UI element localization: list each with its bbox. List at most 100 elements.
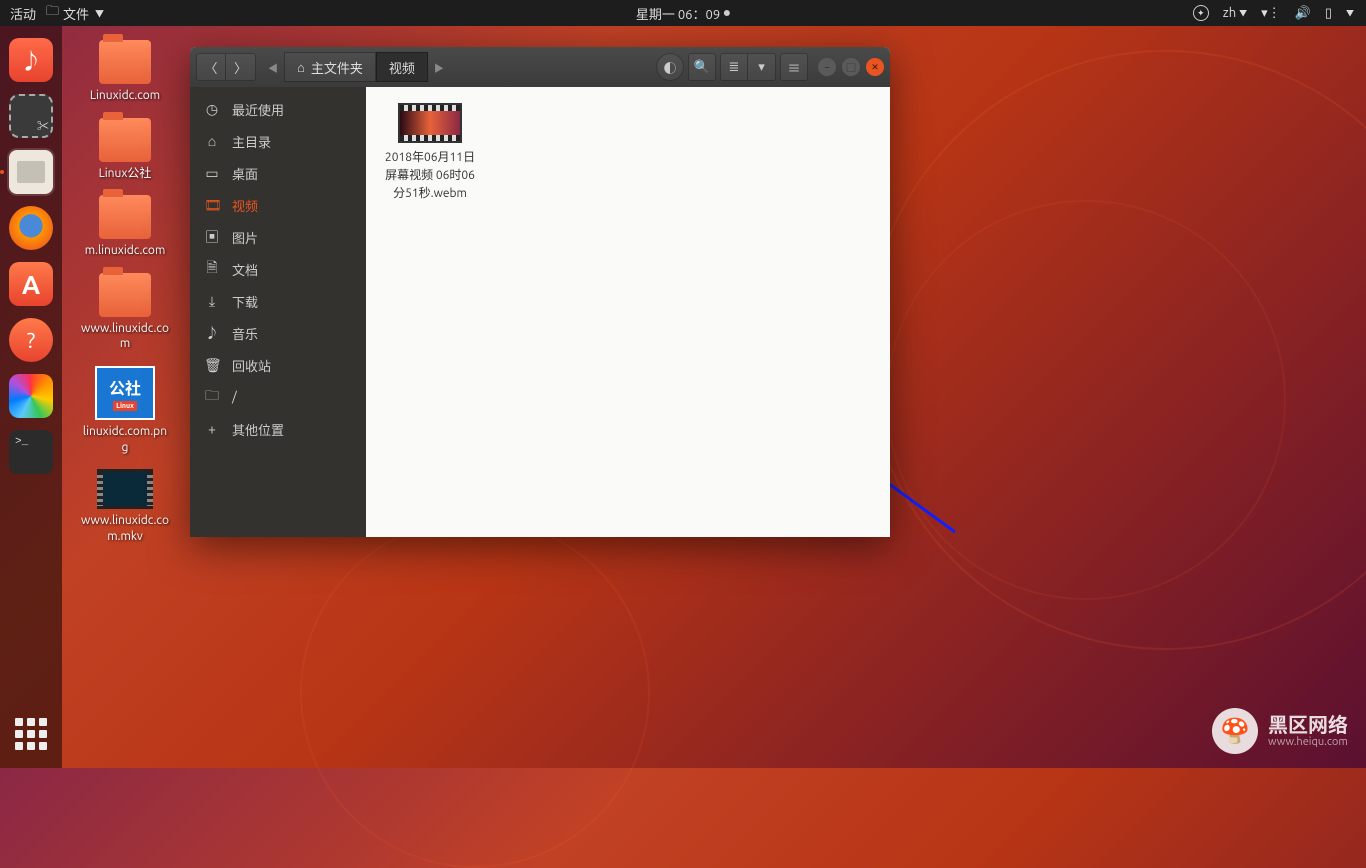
sidebar-item-root[interactable]: 🗀/ <box>190 381 366 413</box>
history-icon: ◷ <box>204 101 220 118</box>
desktop-icon: ▭ <box>204 165 220 182</box>
notification-dot-icon <box>724 10 730 16</box>
sidebar-item-music[interactable]: ♪音乐 <box>190 317 366 349</box>
search-button[interactable]: 🔍 <box>688 53 716 81</box>
view-options-button[interactable]: ▾ <box>748 53 776 81</box>
view-list-button[interactable]: ≣ <box>720 53 748 81</box>
menu-icon: ≡ <box>787 58 800 77</box>
firefox-icon <box>9 206 53 250</box>
list-icon: ≣ <box>729 60 740 75</box>
search-icon: 🔍 <box>694 60 710 75</box>
video-file-icon <box>97 469 153 509</box>
sidebar-item-desktop[interactable]: ▭ 桌面 <box>190 157 366 189</box>
path-bar: ◀ ⌂主文件夹 视频 ▶ <box>262 52 450 82</box>
launcher-dock: ♪ A ? >_ <box>0 26 62 768</box>
help-icon: ? <box>9 318 53 362</box>
desktop-folder[interactable]: Linuxidc.com <box>80 40 170 104</box>
sidebar-item-label: 图片 <box>232 228 258 247</box>
path-sep-icon: ◀ <box>262 60 284 75</box>
a11y-icon[interactable]: ✦ <box>1193 5 1209 21</box>
folder-icon <box>99 273 151 317</box>
sidebar-item-history[interactable]: ◷ 最近使用 <box>190 93 366 125</box>
trash-icon: 🗑 <box>204 357 220 374</box>
dock-terminal[interactable]: >_ <box>7 428 55 476</box>
sidebar-item-label: 下载 <box>232 292 258 311</box>
window-titlebar[interactable]: 〈 〉 ◀ ⌂主文件夹 视频 ▶ ◐ 🔍 ≣ ▾ ≡ – ▢ ✕ <box>190 47 890 87</box>
dock-rainbow-app[interactable] <box>7 372 55 420</box>
desktop-icons: Linuxidc.com Linux公社 m.linuxidc.com www.… <box>80 40 170 544</box>
clock[interactable]: 星期一 06：09 <box>636 4 730 23</box>
folder-icon: 🗀 <box>46 2 59 24</box>
network-icon[interactable]: ▾⋮ <box>1261 6 1281 21</box>
dock-screenshot[interactable] <box>7 92 55 140</box>
desktop-video-file[interactable]: www.linuxidc.com.mkv <box>80 469 170 544</box>
root-icon: 🗀 <box>204 385 220 409</box>
pictures-icon: ▣ <box>204 227 220 247</box>
files-icon <box>9 150 53 194</box>
other-icon: + <box>204 421 220 437</box>
dock-firefox[interactable] <box>7 204 55 252</box>
circle-icon: ◐ <box>663 58 676 77</box>
chevron-down-icon: ▾ <box>758 60 765 75</box>
activities-button[interactable]: 活动 <box>10 4 36 23</box>
sidebar-item-label: 视频 <box>232 196 258 215</box>
sidebar-item-label: / <box>232 390 237 404</box>
dock-music[interactable]: ♪ <box>7 36 55 84</box>
action-button[interactable]: ◐ <box>656 53 684 81</box>
terminal-icon: >_ <box>9 430 53 474</box>
video-thumbnail-icon <box>398 103 462 143</box>
chevron-down-icon: ▼ <box>95 7 104 20</box>
files-window: 〈 〉 ◀ ⌂主文件夹 视频 ▶ ◐ 🔍 ≣ ▾ ≡ – ▢ ✕ ◷最近使用⌂主… <box>190 47 890 537</box>
system-menu-chevron-icon[interactable]: ▼ <box>1346 8 1354 19</box>
files-content[interactable]: 2018年06月11日 屏幕视频 06时06分51秒.webm <box>366 87 890 537</box>
dock-software[interactable]: A <box>7 260 55 308</box>
close-icon: ✕ <box>871 62 879 73</box>
files-sidebar: ◷最近使用⌂主目录▭桌面🎞视频▣图片🗎文档⤓下载♪音乐🗑回收站🗀/+其他位置 <box>190 87 366 537</box>
folder-icon <box>99 40 151 84</box>
music-icon: ♪ <box>204 323 220 343</box>
app-menu[interactable]: 🗀 文件 ▼ <box>46 2 104 24</box>
software-icon: A <box>9 262 53 306</box>
sidebar-item-label: 文档 <box>232 260 258 279</box>
file-name: 2018年06月11日 屏幕视频 06时06分51秒.webm <box>382 149 478 203</box>
sidebar-item-home[interactable]: ⌂ 主目录 <box>190 125 366 157</box>
sidebar-item-documents[interactable]: 🗎文档 <box>190 253 366 285</box>
desktop-folder[interactable]: www.linuxidc.com <box>80 273 170 352</box>
folder-icon <box>99 195 151 239</box>
minimize-button[interactable]: – <box>818 58 836 76</box>
close-button[interactable]: ✕ <box>866 58 884 76</box>
sidebar-item-downloads[interactable]: ⤓ 下载 <box>190 285 366 317</box>
dock-files[interactable] <box>7 148 55 196</box>
nav-back-button[interactable]: 〈 <box>196 53 226 81</box>
folder-icon <box>99 118 151 162</box>
sidebar-item-video[interactable]: 🎞 视频 <box>190 189 366 221</box>
maximize-button[interactable]: ▢ <box>842 58 860 76</box>
hamburger-menu[interactable]: ≡ <box>780 53 808 81</box>
chevron-left-icon: 〈 <box>204 58 217 77</box>
sidebar-item-other[interactable]: +其他位置 <box>190 413 366 445</box>
path-current[interactable]: 视频 <box>376 52 428 82</box>
desktop-folder[interactable]: Linux公社 <box>80 118 170 182</box>
file-item[interactable]: 2018年06月11日 屏幕视频 06时06分51秒.webm <box>382 103 478 203</box>
battery-icon[interactable]: ▯ <box>1325 6 1332 21</box>
sidebar-item-label: 主目录 <box>232 132 271 151</box>
sidebar-item-label: 最近使用 <box>232 100 284 119</box>
maximize-icon: ▢ <box>846 61 855 74</box>
downloads-icon: ⤓ <box>204 293 220 310</box>
desktop-image-file[interactable]: 公社Linuxlinuxidc.com.png <box>80 366 170 455</box>
sidebar-item-label: 桌面 <box>232 164 258 183</box>
volume-icon[interactable]: 🔊 <box>1295 6 1311 21</box>
home-icon: ⌂ <box>204 133 220 149</box>
input-method[interactable]: zh▼ <box>1223 6 1247 20</box>
desktop-folder[interactable]: m.linuxidc.com <box>80 195 170 259</box>
sidebar-item-trash[interactable]: 🗑回收站 <box>190 349 366 381</box>
path-home[interactable]: ⌂主文件夹 <box>284 52 376 82</box>
top-panel: 活动 🗀 文件 ▼ 星期一 06：09 ✦ zh▼ ▾⋮ 🔊 ▯ ▼ <box>0 0 1366 26</box>
sidebar-item-pictures[interactable]: ▣ 图片 <box>190 221 366 253</box>
watermark-icon: 🍄 <box>1212 708 1258 754</box>
show-applications[interactable] <box>11 714 51 754</box>
dock-help[interactable]: ? <box>7 316 55 364</box>
video-icon: 🎞 <box>204 197 220 214</box>
nav-forward-button[interactable]: 〉 <box>226 53 256 81</box>
chevron-right-icon: 〉 <box>234 58 247 77</box>
